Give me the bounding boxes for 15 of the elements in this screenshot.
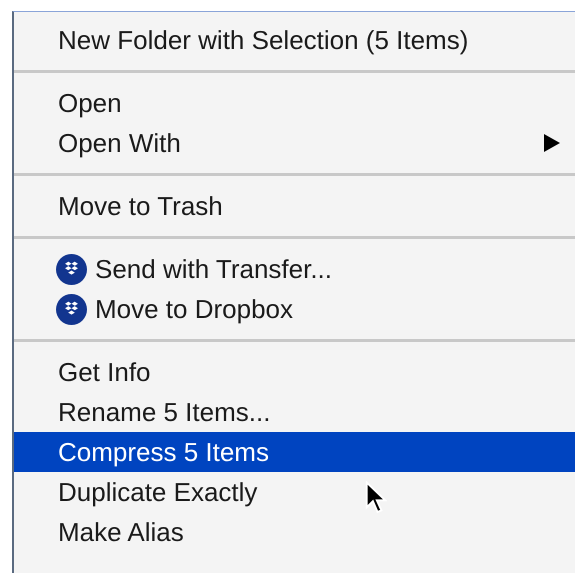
menu-item[interactable]: Send with Transfer...: [14, 249, 575, 289]
box-icon: [56, 254, 87, 284]
menu-item[interactable]: New Folder with Selection (5 Items): [14, 20, 575, 60]
menu-item[interactable]: Open: [14, 83, 575, 123]
menu-item[interactable]: Get Info: [14, 352, 575, 392]
menu-item[interactable]: Duplicate Exactly: [14, 472, 575, 512]
box-icon: [56, 294, 87, 324]
menu-item[interactable]: Rename 5 Items...: [14, 392, 575, 432]
submenu-arrow-icon: [544, 134, 560, 152]
menu-item[interactable]: Open With: [14, 123, 575, 163]
menu-item[interactable]: Make Alias: [14, 512, 575, 552]
mouse-pointer-icon: [365, 481, 387, 515]
menu-item[interactable]: Compress 5 Items: [14, 432, 575, 472]
menu-item[interactable]: Move to Trash: [14, 186, 575, 226]
menu-item[interactable]: Move to Dropbox: [14, 289, 575, 329]
